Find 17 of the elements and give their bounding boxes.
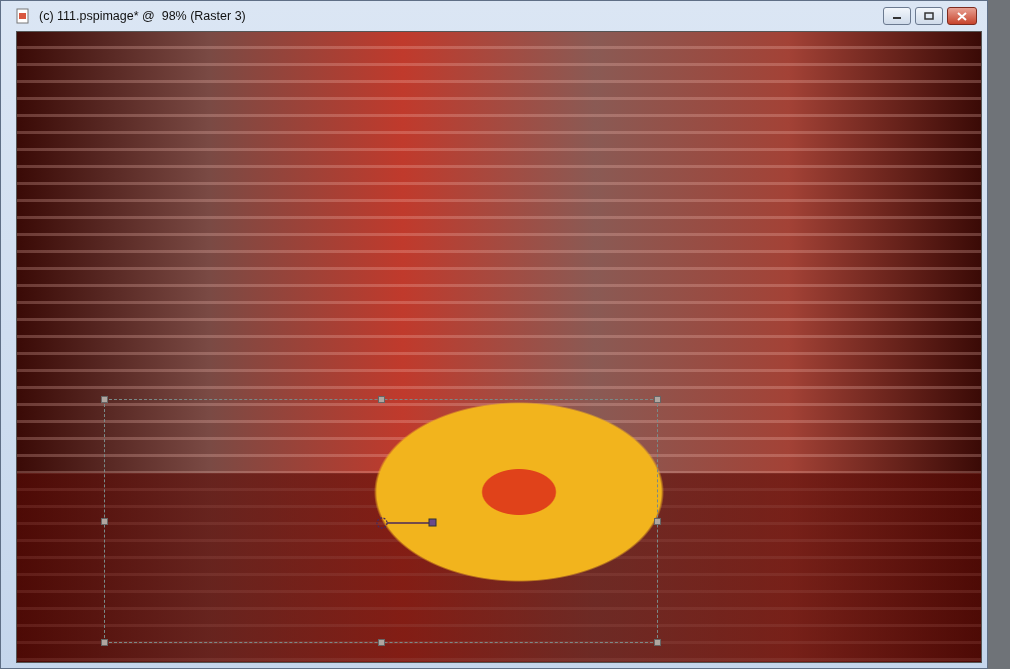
resize-handle[interactable]	[101, 639, 108, 646]
window-title: (c) 111.pspimage* @ 98% (Raster 3)	[39, 7, 246, 25]
resize-handle[interactable]	[101, 396, 108, 403]
resize-handle[interactable]	[101, 518, 108, 525]
resize-handle[interactable]	[378, 396, 385, 403]
close-icon	[957, 11, 967, 21]
resize-handle[interactable]	[654, 518, 661, 525]
resize-handle[interactable]	[378, 639, 385, 646]
resize-handle[interactable]	[654, 396, 661, 403]
resize-handle[interactable]	[654, 639, 661, 646]
maximize-icon	[924, 12, 934, 20]
minimize-button[interactable]	[883, 7, 911, 25]
close-button[interactable]	[947, 7, 977, 25]
rotation-pivot-handle[interactable]	[375, 516, 437, 530]
transform-box[interactable]	[104, 399, 658, 643]
maximize-button[interactable]	[915, 7, 943, 25]
document-icon	[15, 8, 31, 24]
